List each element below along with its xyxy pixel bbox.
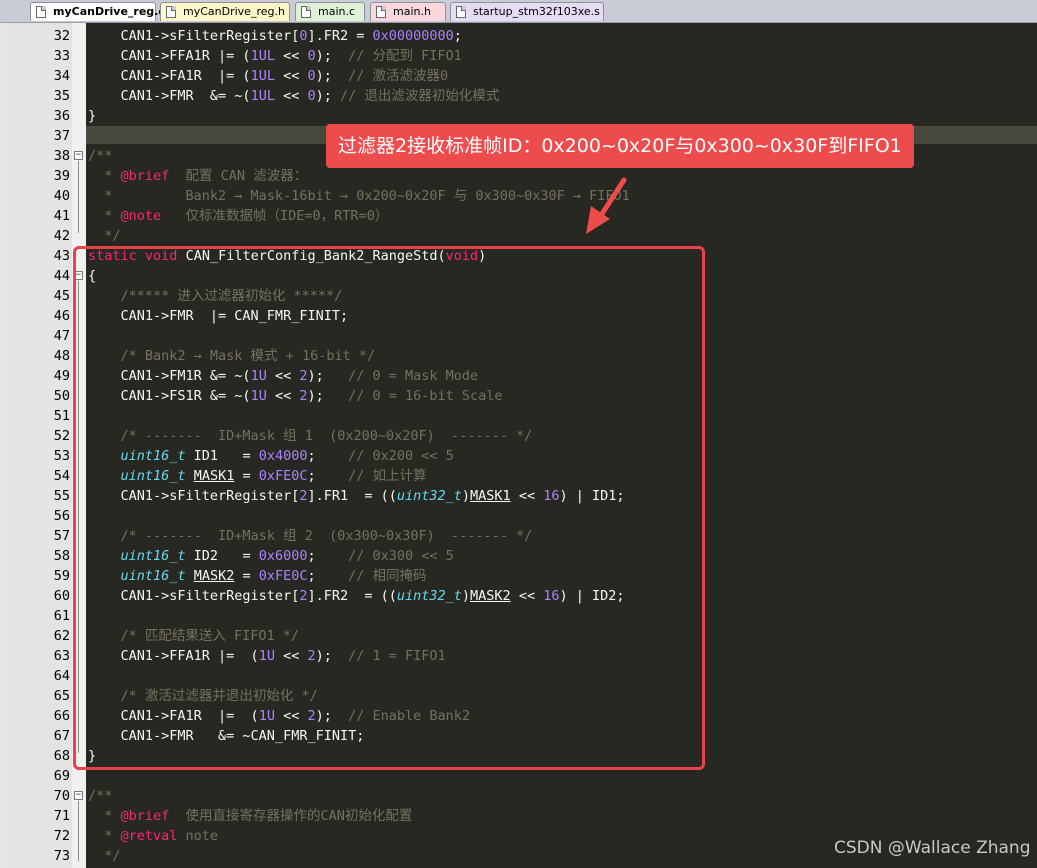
watermark: CSDN @Wallace Zhang xyxy=(834,838,1031,858)
annotation-callout: 过滤器2接收标准帧ID：0x200~0x20F与0x300~0x30F到FIFO… xyxy=(326,124,914,168)
